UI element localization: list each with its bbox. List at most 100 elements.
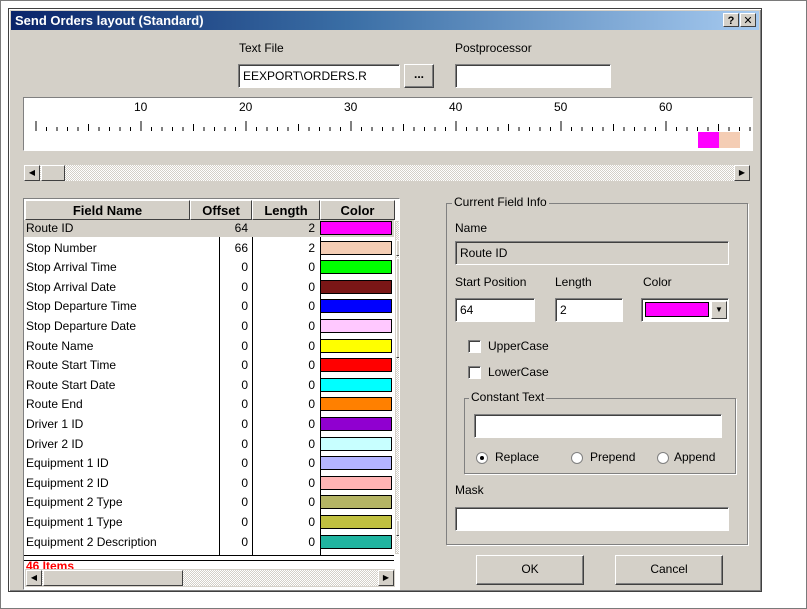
grid-scroll-thumb[interactable] <box>43 570 183 586</box>
append-radio[interactable] <box>657 452 669 464</box>
col-length[interactable]: Length <box>252 200 320 220</box>
table-row[interactable]: Stop Departure Date 0 0 <box>24 318 394 335</box>
ruler-field-highlight[interactable] <box>718 132 740 148</box>
prepend-radio[interactable] <box>571 452 583 464</box>
cancel-button[interactable]: Cancel <box>615 555 723 585</box>
cell-offset: 0 <box>241 299 248 314</box>
lowercase-label[interactable]: LowerCase <box>488 365 549 379</box>
table-row[interactable]: Equipment 2 Description 0 0 <box>24 534 394 551</box>
table-row[interactable]: Equipment 1 Type 0 0 <box>24 514 394 531</box>
cell-offset: 0 <box>241 417 248 431</box>
cell-length: 0 <box>308 279 315 294</box>
table-row[interactable]: Equipment 2 ID 0 0 <box>24 475 394 492</box>
cell-offset: 0 <box>241 279 248 294</box>
cell-length: 0 <box>308 515 315 529</box>
table-row[interactable]: Route End 0 0 <box>24 396 394 413</box>
constant-text-input[interactable] <box>474 414 722 438</box>
col-color[interactable]: Color <box>320 200 395 220</box>
table-row[interactable]: Route ID 64 2 <box>24 220 394 237</box>
cell-field-name: Equipment 1 Type <box>26 515 123 529</box>
scroll-thumb[interactable] <box>41 165 65 181</box>
close-button[interactable]: ✕ <box>740 13 756 27</box>
color-swatch <box>320 299 392 314</box>
start-position-input[interactable]: 64 <box>455 298 535 322</box>
replace-radio[interactable] <box>476 452 488 464</box>
current-field-title: Current Field Info <box>452 195 549 209</box>
color-swatch <box>320 319 392 333</box>
cell-field-name: Route End <box>26 397 83 412</box>
cell-offset: 0 <box>241 495 248 510</box>
table-row[interactable]: Driver 2 ID 0 0 <box>24 436 394 453</box>
col-field-name[interactable]: Field Name <box>25 200 190 220</box>
grid-footer-line <box>24 555 394 561</box>
help-button[interactable]: ? <box>723 13 739 27</box>
ok-button[interactable]: OK <box>476 555 584 585</box>
color-swatch <box>320 515 392 529</box>
table-row[interactable]: Stop Arrival Date 0 0 <box>24 279 394 296</box>
ruler-scrollbar[interactable]: ◀ ▶ <box>23 164 751 182</box>
field-grid[interactable]: Field Name Offset Length Color Route ID 6… <box>23 198 400 590</box>
cell-field-name: Stop Arrival Time <box>26 260 117 275</box>
table-row[interactable]: Route Start Date 0 0 <box>24 377 394 394</box>
table-row[interactable]: Stop Number 66 2 <box>24 240 394 257</box>
cell-field-name: Route Name <box>26 338 94 353</box>
mask-input[interactable] <box>455 507 729 531</box>
chevron-down-icon[interactable]: ▼ <box>711 301 727 319</box>
uppercase-label[interactable]: UpperCase <box>488 339 549 353</box>
cell-length: 0 <box>308 397 315 412</box>
cell-length: 0 <box>308 338 315 353</box>
cell-length: 0 <box>308 299 315 314</box>
ruler-field-highlight[interactable] <box>697 132 719 148</box>
cell-offset: 0 <box>241 319 248 333</box>
scroll-left-button[interactable]: ◀ <box>24 165 40 181</box>
scroll-up-button[interactable]: ▲ <box>396 240 399 256</box>
table-row[interactable]: Equipment 2 Type 0 0 <box>24 494 394 511</box>
table-row[interactable]: Stop Departure Time 0 0 <box>24 298 394 315</box>
name-value: Route ID <box>460 246 508 260</box>
append-label[interactable]: Append <box>674 450 715 464</box>
color-picker[interactable]: ▼ <box>641 298 729 322</box>
grid-vertical-scrollbar[interactable]: ▲ ▼ <box>395 221 399 554</box>
name-field: Route ID <box>455 241 729 265</box>
cell-field-name: Stop Number <box>26 240 97 255</box>
cell-length: 0 <box>308 495 315 510</box>
ruler-mark: 20 <box>239 100 253 114</box>
color-swatch <box>320 338 392 353</box>
layout-ruler[interactable]: 10 20 30 40 50 60 <box>23 97 753 151</box>
ruler-mark: 30 <box>344 100 358 114</box>
vertical-scroll-thumb[interactable] <box>396 258 399 358</box>
lowercase-checkbox[interactable] <box>468 366 481 379</box>
replace-label[interactable]: Replace <box>495 450 539 464</box>
cell-field-name: Driver 2 ID <box>26 436 84 451</box>
table-row[interactable]: Driver 1 ID 0 0 <box>24 416 394 433</box>
title-bar[interactable]: Send Orders layout (Standard) ? ✕ <box>11 11 759 30</box>
cell-field-name: Driver 1 ID <box>26 417 84 431</box>
cell-offset: 0 <box>241 534 248 549</box>
prepend-label[interactable]: Prepend <box>590 450 635 464</box>
cell-length: 2 <box>308 221 315 235</box>
length-label: Length <box>555 275 592 289</box>
color-swatch <box>320 358 392 373</box>
cell-field-name: Route Start Date <box>26 377 116 392</box>
table-row[interactable]: Stop Arrival Time 0 0 <box>24 259 394 276</box>
grid-scroll-left-button[interactable]: ◀ <box>26 570 42 586</box>
grid-horizontal-scrollbar[interactable]: ◀ ▶ <box>25 569 395 587</box>
table-row[interactable]: Equipment 1 ID 0 0 <box>24 455 394 472</box>
color-swatch <box>320 377 392 392</box>
scroll-right-button[interactable]: ▶ <box>734 165 750 181</box>
length-input[interactable]: 2 <box>555 298 623 322</box>
color-swatch <box>320 417 392 431</box>
table-row[interactable]: Route Name 0 0 <box>24 338 394 355</box>
cell-offset: 0 <box>241 397 248 412</box>
color-swatch <box>645 302 709 317</box>
cell-field-name: Route ID <box>26 221 74 235</box>
table-row[interactable]: Route Start Time 0 0 <box>24 357 394 374</box>
col-offset[interactable]: Offset <box>190 200 252 220</box>
uppercase-checkbox[interactable] <box>468 340 481 353</box>
cell-length: 0 <box>308 534 315 549</box>
grid-scroll-right-button[interactable]: ▶ <box>378 570 394 586</box>
postprocessor-input[interactable] <box>455 64 611 88</box>
scroll-down-button[interactable]: ▼ <box>396 520 399 536</box>
text-file-input[interactable]: EEXPORT\ORDERS.R <box>238 64 400 88</box>
browse-button[interactable]: ... <box>404 64 434 88</box>
